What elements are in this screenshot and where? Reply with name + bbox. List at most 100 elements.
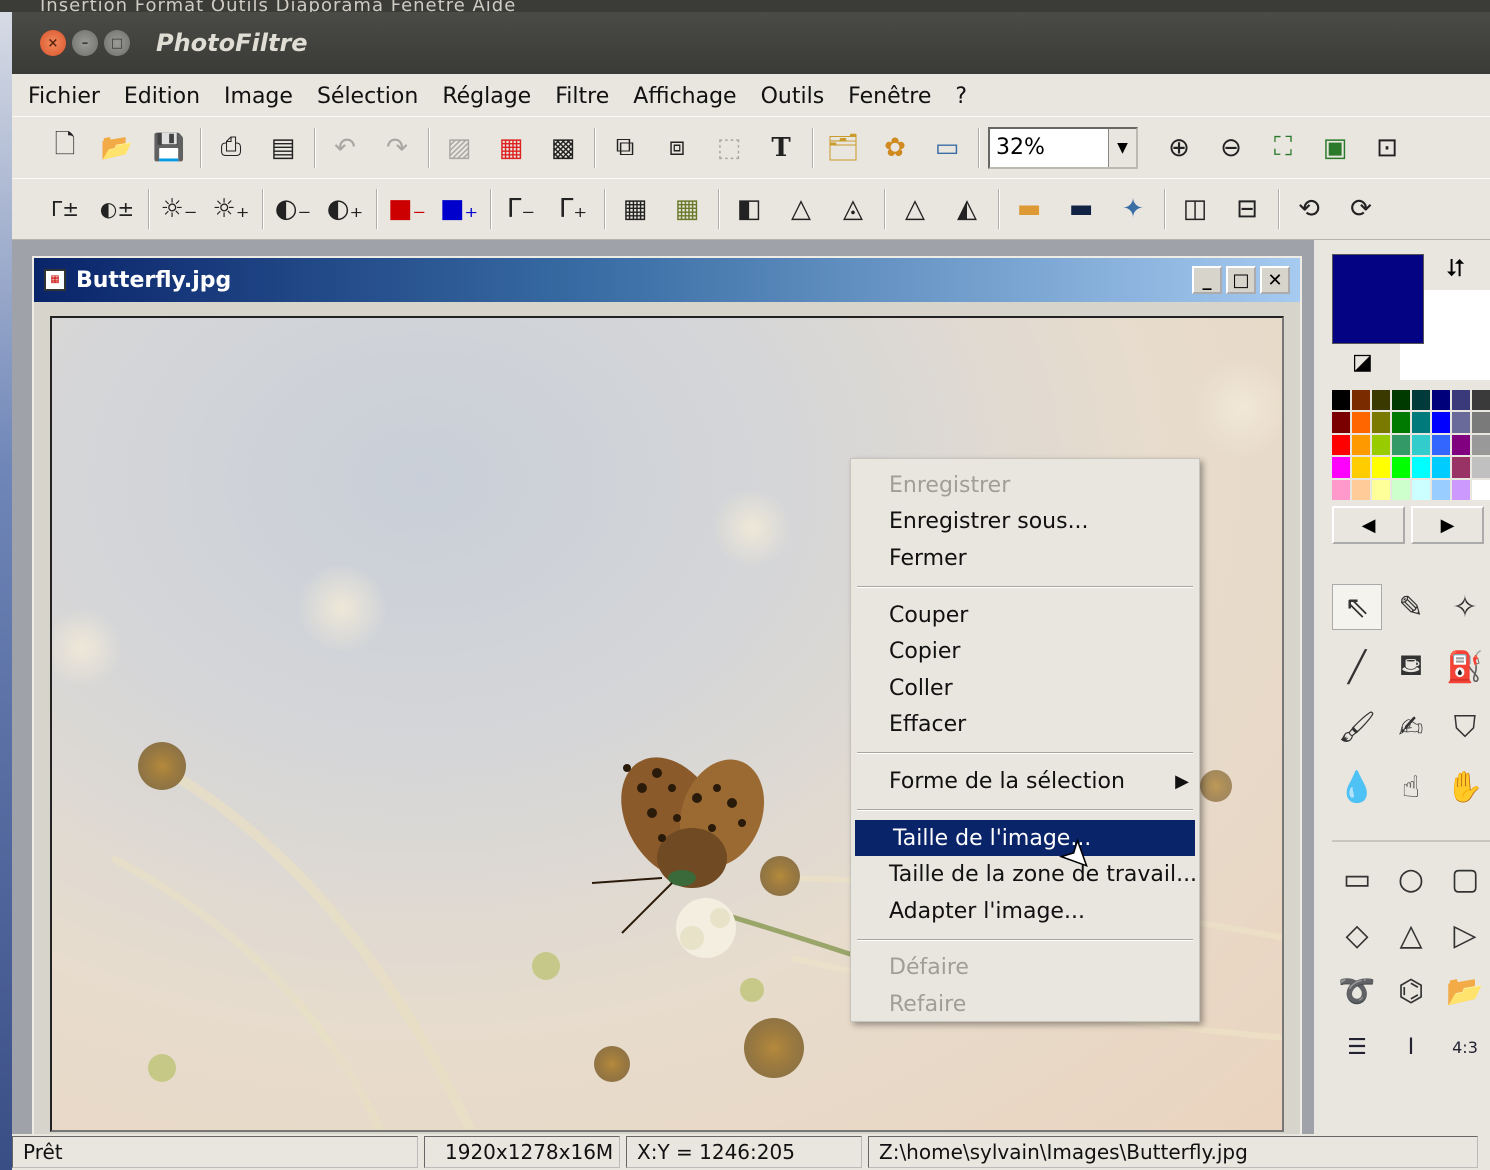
palette-swatch[interactable] (1472, 479, 1490, 500)
palette-swatch[interactable] (1332, 457, 1350, 478)
palette-swatch[interactable] (1352, 479, 1370, 500)
ctx-save[interactable]: Enregistrer (851, 467, 1199, 504)
palette-swatch[interactable] (1472, 412, 1490, 433)
ctx-redo[interactable]: Refaire (851, 986, 1199, 1023)
menu-reglage[interactable]: Réglage (442, 84, 531, 109)
palette-prev-button[interactable]: ◀ (1332, 506, 1405, 544)
ctx-save-as[interactable]: Enregistrer sous... (851, 504, 1199, 541)
saturation-minus-icon[interactable]: ■₋ (386, 188, 428, 230)
palette-swatch[interactable] (1332, 412, 1350, 433)
ctx-canvas-size[interactable]: Taille de la zone de travail... (851, 856, 1199, 893)
doc-minimize-button[interactable]: _ (1192, 266, 1222, 294)
palette-swatch[interactable] (1372, 390, 1390, 411)
sharpen-more-icon[interactable]: ◭ (946, 188, 988, 230)
reset-colors-icon[interactable]: ◪ (1352, 350, 1373, 375)
doc-close-button[interactable]: ✕ (1260, 266, 1290, 294)
ctx-close[interactable]: Fermer (851, 540, 1199, 577)
new-file-icon[interactable]: 🗋 (44, 127, 86, 169)
window-maximize-button[interactable]: □ (104, 30, 130, 56)
gamma-minus-icon[interactable]: Γ₋ (500, 188, 542, 230)
text-cursor-icon[interactable]: Ⅰ (1386, 1024, 1436, 1070)
ctx-copy[interactable]: Copier (851, 633, 1199, 670)
lasso-icon[interactable]: ➰ (1332, 968, 1382, 1014)
menu-fenetre[interactable]: Fenêtre (848, 84, 931, 109)
fit-window-icon[interactable]: ⛶ (1262, 127, 1304, 169)
zoom-in-icon[interactable]: ⊕ (1158, 127, 1200, 169)
diamond-shape-icon[interactable]: ◇ (1332, 912, 1382, 958)
color-grid-icon[interactable]: ▦ (490, 127, 532, 169)
palette-swatch[interactable] (1432, 434, 1450, 456)
palette-swatch[interactable] (1352, 390, 1370, 411)
palette-swatch[interactable] (1472, 390, 1490, 411)
ellipse-shape-icon[interactable]: ○ (1386, 856, 1436, 902)
palette-swatch[interactable] (1412, 479, 1430, 500)
aspect-ratio-icon[interactable]: 4:3 (1440, 1024, 1490, 1070)
palette-swatch[interactable] (1392, 457, 1410, 478)
flip-vertical-icon[interactable]: ⊟ (1226, 188, 1268, 230)
zoom-out-icon[interactable]: ⊖ (1210, 127, 1252, 169)
contrast-minus-icon[interactable]: ◐₋ (272, 188, 314, 230)
chevron-down-icon[interactable]: ▼ (1108, 128, 1136, 167)
gamma-plus-icon[interactable]: Γ₊ (552, 188, 594, 230)
palette-swatch[interactable] (1412, 434, 1430, 456)
fill-bucket-icon[interactable]: ⛾ (1386, 644, 1436, 690)
rounded-rect-shape-icon[interactable]: ▢ (1440, 856, 1490, 902)
triangle-shape-icon[interactable]: △ (1386, 912, 1436, 958)
right-triangle-shape-icon[interactable]: ▷ (1440, 912, 1490, 958)
pointer-tool-icon[interactable]: ⇖ (1332, 584, 1382, 630)
copy-image-icon[interactable]: ⧉ (604, 127, 646, 169)
contrast-plus-icon[interactable]: ◐₊ (324, 188, 366, 230)
auto-levels-icon[interactable]: Γ± (44, 188, 86, 230)
actual-size-icon[interactable]: ▣ (1314, 127, 1356, 169)
rotate-left-icon[interactable]: ⟲ (1288, 188, 1330, 230)
palette-swatch[interactable] (1392, 434, 1410, 456)
palette-swatch[interactable] (1352, 434, 1370, 456)
line-tool-icon[interactable]: ╱ (1332, 644, 1382, 690)
palette-swatch[interactable] (1392, 412, 1410, 433)
rotate-right-icon[interactable]: ⟳ (1340, 188, 1382, 230)
palette-swatch[interactable] (1372, 412, 1390, 433)
magic-wand-icon[interactable]: ✧ (1440, 584, 1490, 630)
palette-swatch[interactable] (1432, 479, 1450, 500)
palette-swatch[interactable] (1352, 457, 1370, 478)
print-icon[interactable]: ⎙ (210, 127, 252, 169)
explorer-icon[interactable]: 🗂 (822, 127, 864, 169)
fade-icon[interactable]: ▬ (1060, 188, 1102, 230)
layer-icon[interactable]: ▨ (438, 127, 480, 169)
ctx-selection-shape[interactable]: Forme de la sélection ▶ (851, 763, 1199, 800)
palette-next-button[interactable]: ▶ (1411, 506, 1484, 544)
document-title-bar[interactable]: ▦ Butterfly.jpg _ □ ✕ (34, 258, 1300, 302)
scan-icon[interactable]: ▤ (262, 127, 304, 169)
ctx-image-size[interactable]: Taille de l'image... (855, 819, 1195, 857)
menu-edition[interactable]: Edition (124, 84, 200, 109)
texture-icon[interactable]: ✦ (1112, 188, 1154, 230)
palette-swatch[interactable] (1432, 412, 1450, 433)
menu-affichage[interactable]: Affichage (633, 84, 736, 109)
transparency-icon[interactable]: ▩ (542, 127, 584, 169)
ctx-clear[interactable]: Effacer (851, 707, 1199, 744)
palette-swatch[interactable] (1452, 412, 1470, 433)
palette-swatch[interactable] (1392, 479, 1410, 500)
ctx-undo[interactable]: Défaire (851, 950, 1199, 987)
fullscreen-icon[interactable]: ⊡ (1366, 127, 1408, 169)
palette-swatch[interactable] (1412, 412, 1430, 433)
paste-image-icon[interactable]: ⧈ (656, 127, 698, 169)
palette-swatch[interactable] (1412, 390, 1430, 411)
polygon-lasso-icon[interactable]: ⌬ (1386, 968, 1436, 1014)
saturation-plus-icon[interactable]: ■₊ (438, 188, 480, 230)
selection-icon[interactable]: ⬚ (708, 127, 750, 169)
menu-fichier[interactable]: Fichier (28, 84, 100, 109)
palette-swatch[interactable] (1332, 434, 1350, 456)
brush-icon[interactable]: 🖌 (1332, 704, 1382, 750)
window-close-button[interactable]: × (40, 30, 66, 56)
palette-swatch[interactable] (1472, 457, 1490, 478)
menu-outils[interactable]: Outils (761, 84, 825, 109)
ctx-fit-image[interactable]: Adapter l'image... (851, 893, 1199, 930)
hand-tool-icon[interactable]: ✋ (1440, 764, 1490, 810)
undo-icon[interactable]: ↶ (324, 127, 366, 169)
palette-swatch[interactable] (1452, 457, 1470, 478)
blur-drop-icon[interactable]: 💧 (1332, 764, 1382, 810)
align-center-icon[interactable]: ☰ (1332, 1024, 1382, 1070)
spray-can-icon[interactable]: ⛽ (1440, 644, 1490, 690)
open-shape-icon[interactable]: 📂 (1440, 968, 1490, 1014)
